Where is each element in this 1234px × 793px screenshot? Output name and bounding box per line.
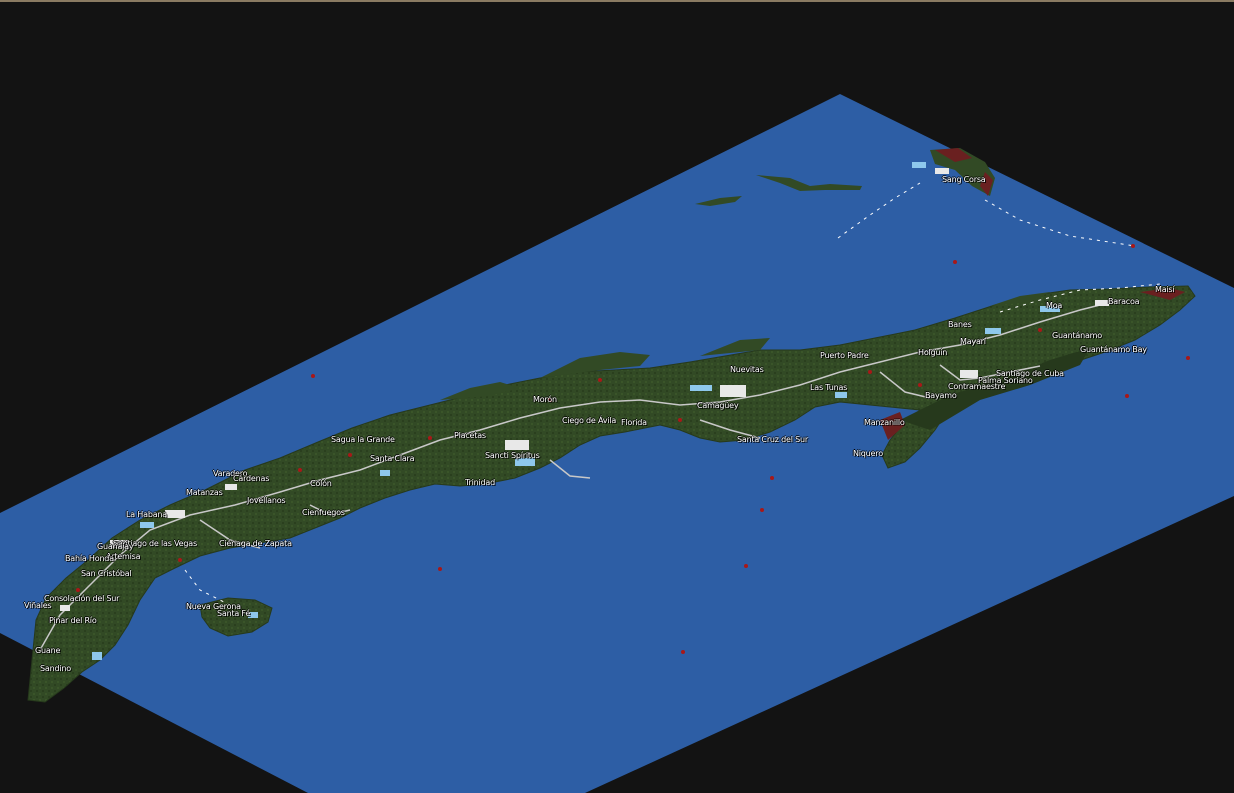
town-label-holguin[interactable]: Holguín	[918, 348, 947, 357]
town-label-la-habana[interactable]: La Habana	[126, 510, 167, 519]
town-label-cienfuegos[interactable]: Cienfuegos	[302, 508, 345, 517]
town-label-pinar-del-rio[interactable]: Pinar del Río	[49, 616, 97, 625]
town-label-santa-cruz-del-sur[interactable]: Santa Cruz del Sur	[737, 435, 808, 444]
town-label-contramaestre[interactable]: Contramaestre	[948, 382, 1005, 391]
town-label-vinales[interactable]: Viñales	[24, 601, 52, 610]
town-label-santa-fe[interactable]: Santa Fé	[217, 609, 250, 618]
town-label-sandino[interactable]: Sandino	[40, 664, 71, 673]
town-label-placetas[interactable]: Placetas	[454, 431, 486, 440]
town-label-colon[interactable]: Colón	[310, 479, 332, 488]
town-label-cienaga-de-zapata[interactable]: Ciénaga de Zapata	[219, 539, 292, 548]
town-label-sagua-la-grande[interactable]: Sagua la Grande	[331, 435, 395, 444]
town-label-consolacion-del-sur[interactable]: Consolación del Sur	[44, 594, 119, 603]
town-label-guantanamo-bay[interactable]: Guantánamo Bay	[1080, 345, 1147, 354]
town-label-bahia-honda[interactable]: Bahía Honda	[65, 554, 114, 563]
town-label-niquero[interactable]: Niquero	[853, 449, 883, 458]
town-label-san-cristobal[interactable]: San Cristóbal	[81, 569, 132, 578]
town-label-moa[interactable]: Moa	[1046, 301, 1062, 310]
town-label-puerto-padre[interactable]: Puerto Padre	[820, 351, 869, 360]
town-label-banes[interactable]: Banes	[948, 320, 972, 329]
town-label-santa-clara[interactable]: Santa Clara	[370, 454, 415, 463]
town-label-jovellanos[interactable]: Jovellanos	[247, 496, 286, 505]
town-label-baracoa[interactable]: Baracoa	[1108, 297, 1140, 306]
world-map[interactable]	[0, 0, 1234, 793]
town-label-sang-corsa[interactable]: Sang Corsa	[942, 175, 986, 184]
town-label-las-tunas[interactable]: Las Tunas	[810, 383, 847, 392]
town-label-maisi[interactable]: Maisí	[1155, 285, 1175, 294]
town-label-manzanillo[interactable]: Manzanillo	[864, 418, 905, 427]
town-label-mayari[interactable]: Mayarí	[960, 337, 986, 346]
town-label-guanajay[interactable]: Guanajay	[97, 542, 134, 551]
sea-plane[interactable]	[0, 94, 1234, 793]
town-label-trinidad[interactable]: Trinidad	[465, 478, 495, 487]
town-label-moron[interactable]: Morón	[533, 395, 557, 404]
town-label-matanzas[interactable]: Matanzas	[186, 488, 223, 497]
town-label-sancti-spiritus[interactable]: Sancti Spíritus	[485, 451, 540, 460]
town-label-ciego-de-avila[interactable]: Ciego de Ávila	[562, 416, 616, 425]
town-label-nuevitas[interactable]: Nuevitas	[730, 365, 764, 374]
town-label-guane[interactable]: Guane	[35, 646, 60, 655]
town-label-cardenas[interactable]: Cárdenas	[233, 474, 269, 483]
town-label-bayamo[interactable]: Bayamo	[925, 391, 957, 400]
town-label-guantanamo[interactable]: Guantánamo	[1052, 331, 1102, 340]
town-label-florida[interactable]: Florida	[621, 418, 647, 427]
town-label-camaguey[interactable]: Camagüey	[697, 401, 739, 410]
